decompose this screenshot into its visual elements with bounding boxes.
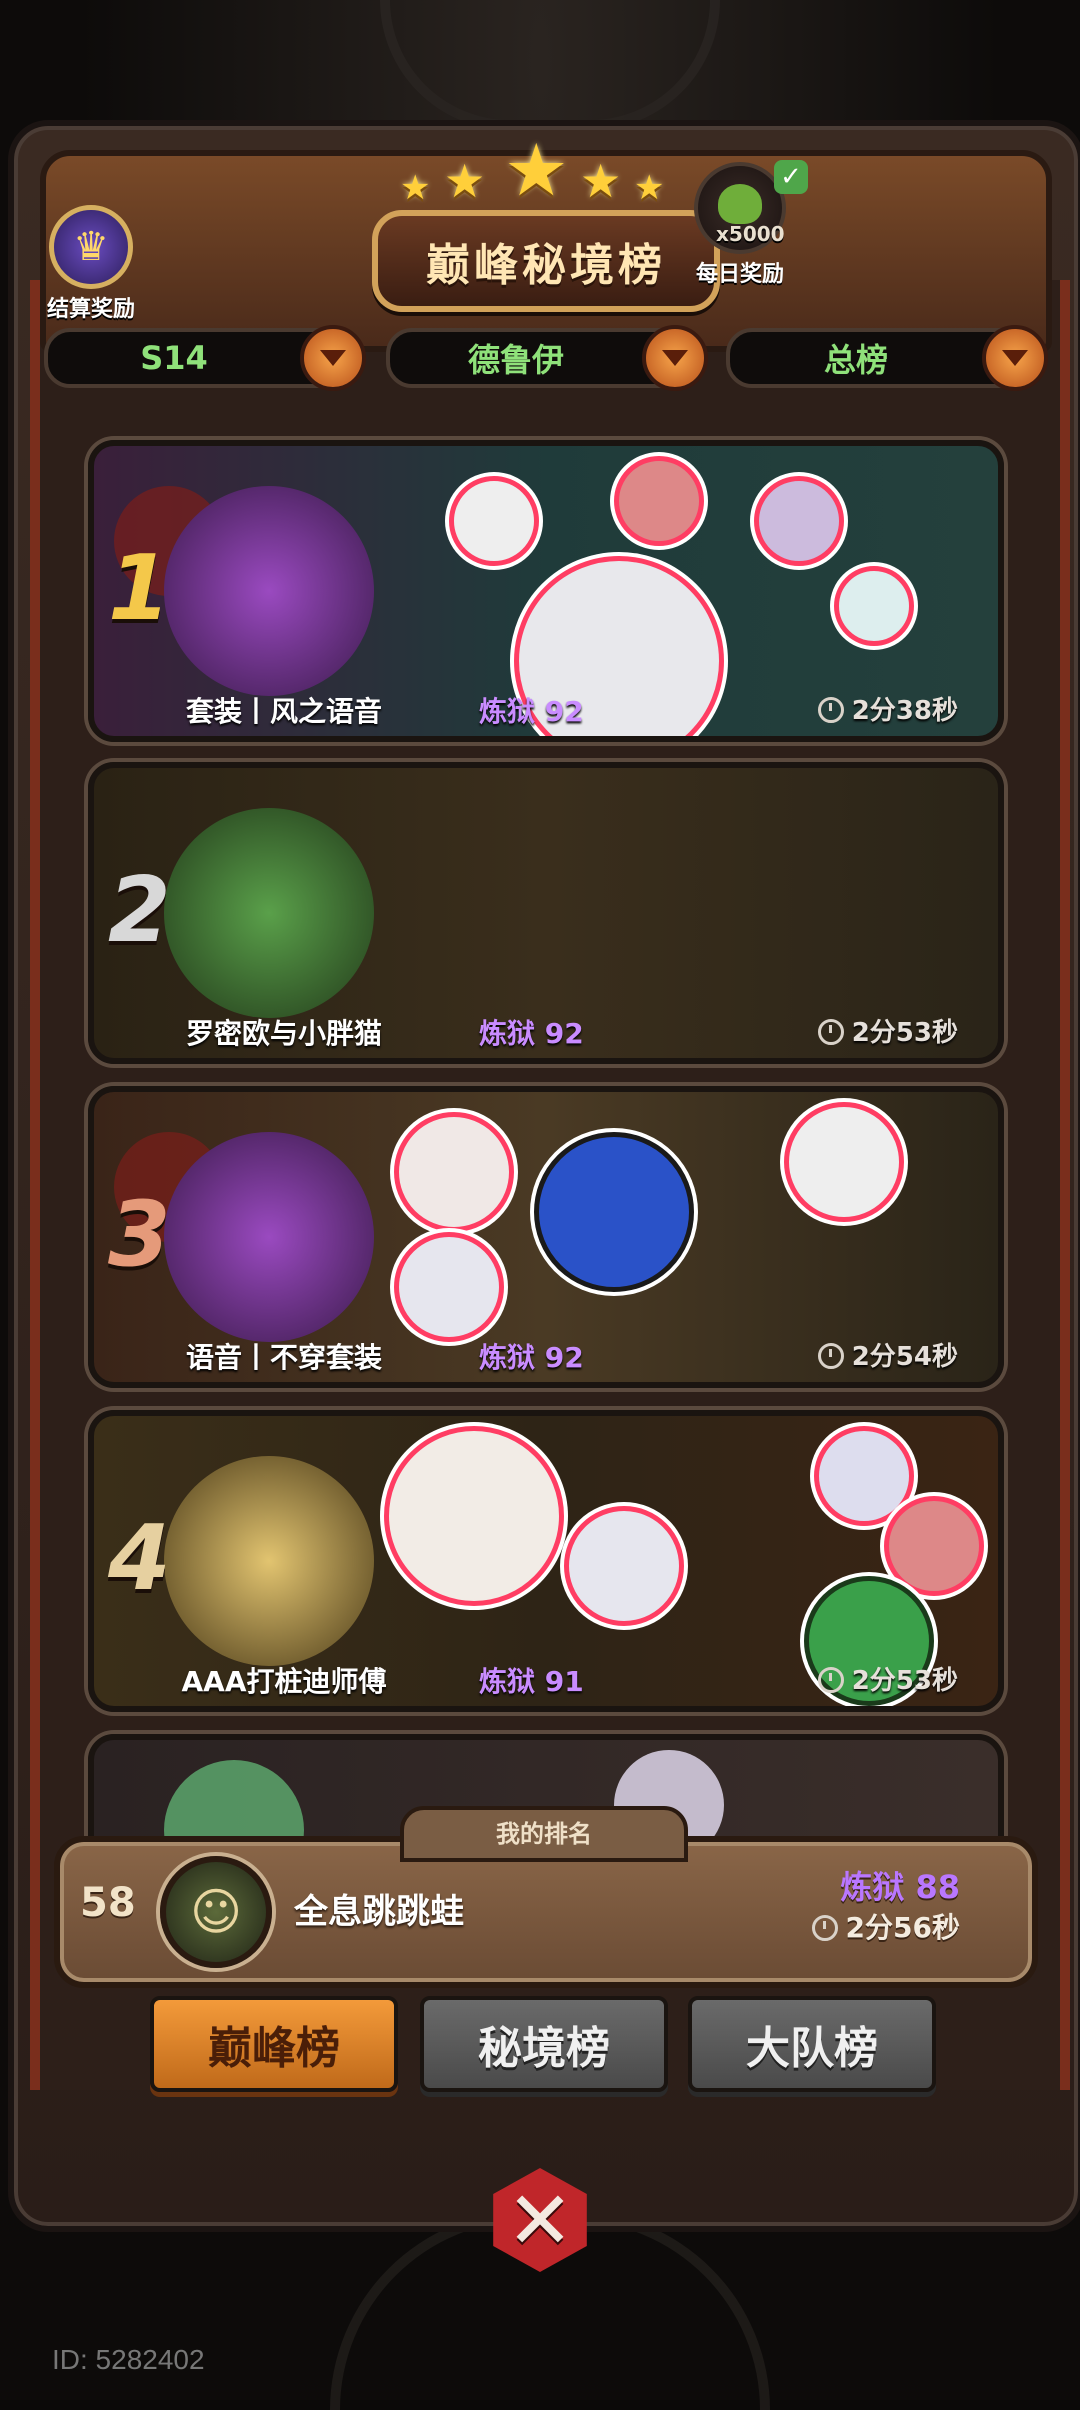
hero-avatar	[534, 1132, 694, 1292]
player-avatar[interactable]: ☺	[160, 1856, 272, 1968]
hero-avatar	[564, 1506, 684, 1626]
chevron-down-icon[interactable]	[982, 325, 1048, 391]
hero-avatar	[784, 1102, 904, 1222]
my-clear-time: 2分56秒	[811, 1906, 960, 1946]
clear-time: 2分53秒	[817, 1012, 958, 1049]
star-icon: ★	[634, 168, 665, 208]
hero-avatar	[614, 456, 704, 546]
rank-number: 1	[108, 536, 171, 641]
star-icon: ★	[400, 168, 431, 208]
ranking-row[interactable]: 1 套装丨风之语音 炼狱 92 2分38秒	[88, 440, 1004, 742]
my-difficulty-score: 炼狱 88	[840, 1868, 960, 1906]
team-name: 套装丨风之语音	[185, 695, 382, 728]
tab-peak-ranking[interactable]: 巅峰榜	[150, 1996, 398, 2092]
daily-reward-label: 每日奖励	[695, 262, 784, 287]
class-filter-dropdown[interactable]: 德鲁伊	[386, 325, 708, 391]
settle-reward-label: 结算奖励	[46, 297, 135, 322]
clear-time: 2分53秒	[817, 1660, 958, 1697]
star-icon: ★	[444, 154, 486, 208]
clock-icon	[811, 1915, 838, 1941]
rank-number: 4	[108, 1506, 171, 1611]
team-leader-avatar	[164, 1132, 374, 1342]
daily-reward-count: x5000	[716, 222, 785, 246]
clear-time: 2分54秒	[817, 1336, 958, 1373]
ranking-row[interactable]: 3 语音丨不穿套装 炼狱 92 2分54秒	[88, 1086, 1004, 1388]
star-icon: ★	[504, 128, 569, 212]
team-leader-avatar	[164, 486, 374, 696]
scope-filter-label: 总榜	[823, 341, 888, 379]
daily-reward-button[interactable]: x5000 ✓ 每日奖励	[680, 160, 808, 287]
clock-icon	[817, 1019, 844, 1045]
chevron-down-icon[interactable]	[300, 325, 366, 391]
my-player-name: 全息跳跳蛙	[294, 1892, 464, 1932]
class-filter-label: 德鲁伊	[467, 341, 564, 379]
star-icon: ★	[580, 154, 622, 208]
hero-avatar	[834, 566, 914, 646]
hero-avatar	[384, 1426, 564, 1606]
hero-avatar	[754, 476, 844, 566]
crown-icon: ♛	[49, 205, 133, 289]
team-leader-avatar	[164, 1456, 374, 1666]
difficulty-score: 炼狱 92	[479, 1017, 584, 1050]
ranking-row[interactable]: 2 罗密欧与小胖猫 炼狱 92 2分53秒	[88, 762, 1004, 1064]
clock-icon	[817, 1667, 844, 1693]
difficulty-score: 炼狱 91	[479, 1665, 584, 1698]
hero-avatar	[449, 476, 539, 566]
rank-number: 2	[108, 858, 171, 963]
page-title: 巅峰秘境榜	[426, 240, 666, 291]
my-rank-position: 58	[80, 1880, 136, 1926]
settle-reward-button[interactable]: ♛ 结算奖励	[36, 205, 146, 322]
hero-avatar	[394, 1232, 504, 1342]
team-leader-avatar	[164, 808, 374, 1018]
close-icon: ✕	[493, 2168, 587, 2272]
difficulty-score: 炼狱 92	[479, 1341, 584, 1374]
season-filter-dropdown[interactable]: S14	[44, 325, 366, 391]
slime-icon: x5000 ✓	[694, 160, 808, 254]
chevron-down-icon[interactable]	[642, 325, 708, 391]
season-filter-label: S14	[140, 339, 208, 377]
hero-avatar	[884, 1496, 984, 1596]
team-name: AAA打桩迪师傅	[181, 1665, 387, 1698]
ranking-row[interactable]: 4 AAA打桩迪师傅 炼狱 91 2分53秒	[88, 1410, 1004, 1712]
clear-time: 2分38秒	[817, 690, 958, 727]
tab-realm-ranking[interactable]: 秘境榜	[420, 1996, 668, 2092]
team-name: 语音丨不穿套装	[185, 1341, 382, 1374]
close-button[interactable]: ✕	[470, 2150, 610, 2290]
checkmark-icon: ✓	[774, 160, 808, 194]
difficulty-score: 炼狱 92	[479, 695, 584, 728]
hero-avatar	[394, 1112, 514, 1232]
clock-icon	[817, 1343, 844, 1369]
team-name: 罗密欧与小胖猫	[185, 1017, 382, 1050]
scope-filter-dropdown[interactable]: 总榜	[726, 325, 1048, 391]
player-id: ID: 5282402	[52, 2344, 205, 2375]
title-plaque: 巅峰秘境榜	[372, 210, 720, 312]
my-rank-tab: 我的排名	[400, 1806, 688, 1862]
rank-stars: ★ ★ ★ ★ ★	[400, 128, 680, 218]
clock-icon	[817, 697, 844, 723]
tab-squad-ranking[interactable]: 大队榜	[688, 1996, 936, 2092]
rank-number: 3	[108, 1182, 171, 1287]
